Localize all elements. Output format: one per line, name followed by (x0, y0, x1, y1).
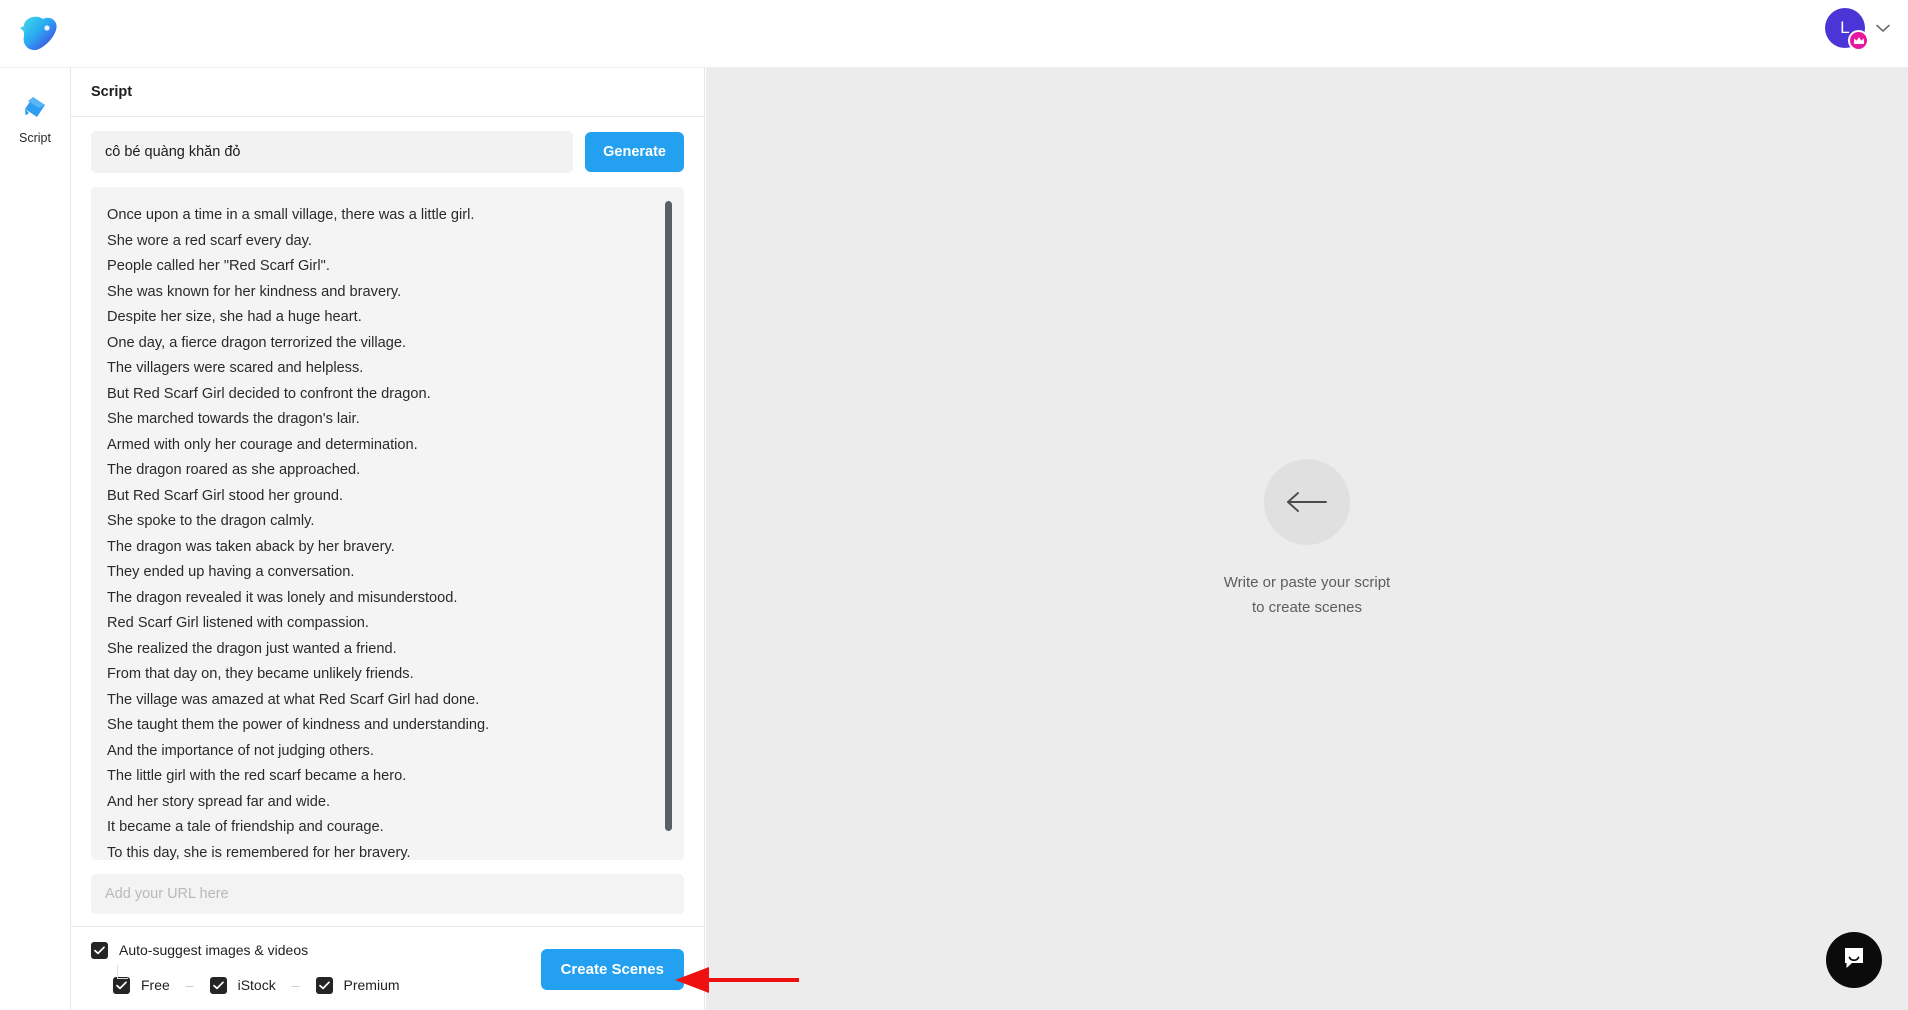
script-line: One day, a fierce dragon terrorized the … (107, 334, 407, 351)
script-line: They ended up having a conversation. (107, 564, 355, 580)
checkbox-checked-icon[interactable] (113, 976, 130, 994)
empty-state: Write or paste your script to create sce… (1224, 458, 1390, 620)
script-line: The villagers were scared and helpless. (107, 360, 364, 376)
left-nav-rail: Script (0, 68, 70, 1010)
script-line: But Red Scarf Girl stood her ground. (107, 487, 344, 504)
script-line: Once upon a time in a small village, the… (107, 207, 475, 223)
options-section: Auto-suggest images & videos Free – iSto… (71, 926, 704, 998)
script-line: From that day on, they became unlikely f… (107, 666, 414, 682)
script-scrollbar-thumb[interactable] (665, 201, 672, 831)
script-content: Once upon a time in a small village, the… (91, 187, 684, 860)
script-line: Armed with only her courage and determin… (107, 436, 418, 453)
topic-input[interactable] (91, 131, 574, 173)
tree-connector (117, 965, 128, 979)
empty-state-text: Write or paste your script to create sce… (1224, 570, 1390, 620)
source-option-premium: Premium (343, 977, 400, 993)
empty-state-line2: to create scenes (1251, 598, 1363, 616)
script-line: And the importance of not judging others… (107, 742, 374, 759)
chat-bubble-icon (1840, 944, 1868, 977)
script-line: To this day, she is remembered for her b… (107, 844, 411, 861)
scenes-stage: Write or paste your script to create sce… (706, 68, 1908, 1010)
url-row (71, 860, 704, 914)
script-line: But Red Scarf Girl decided to confront t… (107, 385, 431, 402)
checkbox-checked-icon[interactable] (209, 976, 227, 994)
option-separator: – (291, 977, 300, 993)
chat-launcher-button[interactable] (1826, 932, 1882, 988)
empty-state-line1: Write or paste your script (1223, 573, 1391, 591)
script-panel: Script Generate Once upon a time in a sm… (70, 68, 705, 1010)
annotation-arrow-icon (673, 965, 803, 995)
script-diamond-icon (18, 90, 52, 124)
script-line: Despite her size, she had a huge heart. (107, 309, 362, 325)
page-title: Script (91, 84, 133, 100)
script-line: It became a tale of friendship and coura… (107, 819, 384, 835)
checkbox-checked-icon[interactable] (91, 941, 108, 959)
script-scrollbar-track[interactable] (665, 193, 678, 854)
url-input[interactable] (91, 874, 684, 914)
prompt-row: Generate (71, 117, 704, 183)
chevron-down-icon[interactable] (1874, 19, 1892, 37)
option-separator: – (185, 977, 194, 993)
script-line: She was known for her kindness and brave… (107, 283, 402, 300)
app-root: L Script Script cô bé quàng khăn đỏ Gene… (0, 0, 1908, 1010)
top-bar: L (0, 0, 1908, 68)
script-line: She taught them the power of kindness an… (107, 717, 490, 733)
create-scenes-button[interactable]: Create Scenes (540, 949, 684, 990)
script-line: She spoke to the dragon calmly. (107, 513, 315, 529)
script-line: The little girl with the red scarf becam… (107, 768, 407, 784)
script-line: People called her "Red Scarf Girl". (107, 258, 330, 274)
script-line: Red Scarf Girl listened with compassion. (107, 615, 369, 631)
generate-button[interactable]: Generate (585, 132, 684, 172)
script-line: The dragon was taken aback by her braver… (107, 538, 395, 555)
sidebar-item-label: Script (19, 131, 51, 145)
avatar[interactable]: L (1825, 8, 1869, 51)
script-line: And her story spread far and wide. (107, 793, 331, 810)
script-line: She wore a red scarf every day. (107, 232, 312, 249)
script-textarea[interactable]: Once upon a time in a small village, the… (91, 187, 684, 860)
script-line: She marched towards the dragon's lair. (107, 411, 360, 427)
sidebar-item-script[interactable]: Script (0, 68, 70, 145)
source-option-free: Free (141, 977, 170, 993)
arrow-left-icon (1263, 458, 1350, 545)
account-menu[interactable]: L (1825, 8, 1892, 51)
brand-logo-icon[interactable] (14, 9, 62, 57)
source-option-istock: iStock (237, 977, 276, 993)
auto-suggest-label: Auto-suggest images & videos (119, 942, 309, 958)
checkbox-checked-icon[interactable] (315, 976, 333, 994)
script-line: The dragon roared as she approached. (107, 462, 361, 478)
script-line: The dragon revealed it was lonely and mi… (107, 589, 458, 606)
script-line: The village was amazed at what Red Scarf… (107, 691, 480, 708)
crown-icon (1848, 30, 1869, 51)
script-line: She realized the dragon just wanted a fr… (107, 640, 397, 657)
panel-header: Script (71, 68, 704, 117)
